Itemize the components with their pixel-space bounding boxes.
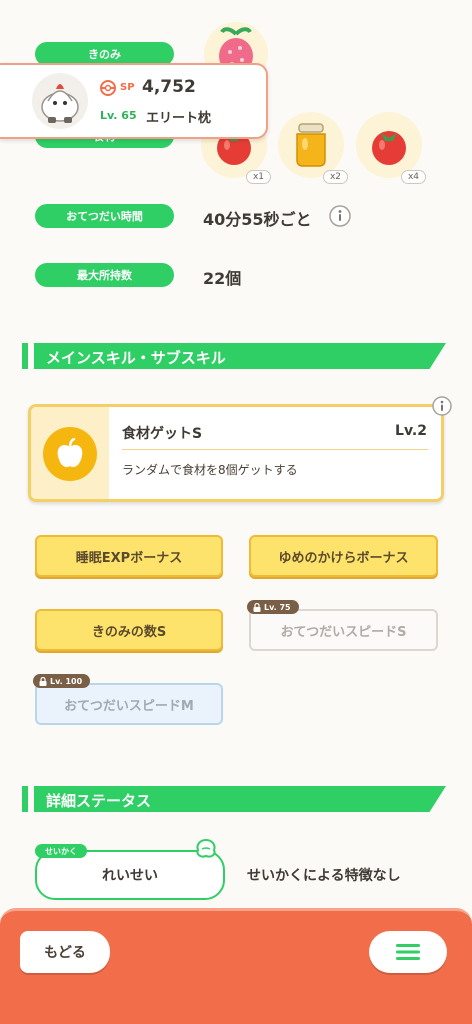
nature-tag: せいかく bbox=[35, 844, 87, 858]
back-button-label: もどる bbox=[44, 945, 86, 961]
lock-icon bbox=[253, 602, 261, 612]
ingredient-slot-2[interactable]: x2 bbox=[278, 112, 348, 184]
leaf-icon bbox=[196, 838, 216, 858]
lock-icon bbox=[39, 676, 47, 686]
help-time-value: 40分55秒ごと bbox=[203, 210, 312, 229]
nature-value: れいせい bbox=[102, 868, 158, 884]
skills-section-header: メインスキル・サブスキル bbox=[22, 343, 446, 369]
unlock-level-tag: Lv. 75 bbox=[247, 600, 299, 614]
max-carry-value: 22個 bbox=[203, 269, 242, 288]
max-carry-label: 最大所持数 bbox=[35, 263, 174, 287]
info-icon[interactable] bbox=[329, 205, 351, 227]
tomato-icon bbox=[372, 131, 406, 165]
main-skill-name: 食材ゲットS bbox=[122, 426, 203, 442]
apple-icon bbox=[57, 438, 83, 468]
menu-button[interactable] bbox=[369, 931, 447, 973]
pokemon-avatar bbox=[32, 73, 88, 129]
section-title: メインスキル・サブスキル bbox=[46, 349, 226, 367]
unlock-level-tag: Lv. 100 bbox=[33, 674, 91, 688]
sub-skill-button[interactable]: ゆめのかけらボーナス bbox=[249, 535, 438, 577]
menu-icon bbox=[396, 944, 420, 960]
detail-section-header: 詳細ステータス bbox=[22, 786, 446, 812]
sp-icon bbox=[100, 80, 116, 96]
ingredient-count: x2 bbox=[322, 170, 348, 184]
sub-skill-button[interactable]: 睡眠EXPボーナス bbox=[35, 535, 223, 577]
skill-icon-panel bbox=[31, 407, 109, 499]
section-title: 詳細ステータス bbox=[46, 792, 152, 810]
unlock-level-text: Lv. 75 bbox=[264, 602, 291, 612]
ingredient-count: x1 bbox=[245, 170, 271, 184]
back-button[interactable]: もどる bbox=[20, 931, 110, 973]
skill-icon-circle bbox=[43, 427, 97, 481]
pokemon-name: エリート枕 bbox=[146, 111, 212, 126]
sub-skill-button-locked[interactable]: おてつだいスピードM bbox=[35, 683, 223, 725]
main-skill-card[interactable]: 食材ゲットS Lv.2 ランダムで食材を8個ゲットする bbox=[28, 404, 444, 502]
sp-value: 4,752 bbox=[142, 77, 196, 97]
section-stripe bbox=[22, 343, 28, 369]
honey-icon bbox=[296, 123, 326, 167]
sub-skill-button[interactable]: きのみの数S bbox=[35, 609, 223, 651]
section-stripe bbox=[22, 786, 28, 812]
main-skill-description: ランダムで食材を8個ゲットする bbox=[122, 463, 298, 477]
sp-label: SP bbox=[120, 82, 135, 93]
unlock-level-text: Lv. 100 bbox=[50, 676, 83, 686]
nature-effect: せいかくによる特徴なし bbox=[247, 868, 401, 884]
main-skill-level: Lv.2 bbox=[395, 423, 427, 439]
pokemon-summary-card[interactable]: SP 4,752 Lv. 65 エリート枕 bbox=[0, 63, 268, 139]
pokemon-level: Lv. 65 bbox=[100, 109, 137, 122]
ingredient-slot-3[interactable]: x4 bbox=[356, 112, 426, 184]
info-icon[interactable] bbox=[432, 396, 452, 416]
skill-divider bbox=[122, 449, 428, 450]
sub-skill-button-locked[interactable]: おてつだいスピードS bbox=[249, 609, 438, 651]
help-time-label: おてつだい時間 bbox=[35, 204, 174, 228]
ingredient-count: x4 bbox=[400, 170, 426, 184]
